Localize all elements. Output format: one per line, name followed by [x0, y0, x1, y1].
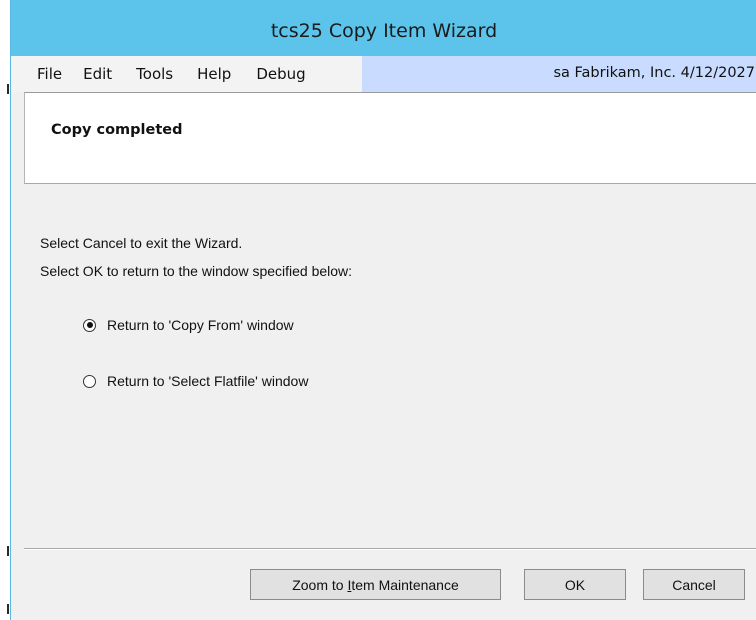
- title-bar[interactable]: tcs25 Copy Item Wizard: [11, 0, 756, 56]
- option-return-select-flatfile[interactable]: Return to 'Select Flatfile' window: [83, 371, 308, 391]
- user-company-date-status: sa Fabrikam, Inc. 4/12/2027: [362, 56, 756, 92]
- button-label-part: Zoom to: [292, 576, 348, 593]
- instruction-cancel: Select Cancel to exit the Wizard.: [40, 235, 243, 251]
- option-return-copy-from[interactable]: Return to 'Copy From' window: [83, 315, 294, 335]
- option-label: Return to 'Copy From' window: [107, 317, 294, 333]
- background-edge-mark: [7, 546, 9, 556]
- instruction-ok: Select OK to return to the window specif…: [40, 263, 353, 279]
- wizard-window: tcs25 Copy Item Wizard File Edit Tools H…: [10, 0, 756, 620]
- header-title: Copy completed: [51, 122, 183, 138]
- menu-edit[interactable]: Edit: [83, 65, 112, 83]
- button-label-part: tem Maintenance: [351, 576, 459, 593]
- button-label: Zoom to Item Maintenance: [292, 577, 459, 593]
- menu-tools[interactable]: Tools: [136, 65, 173, 83]
- cancel-button[interactable]: Cancel: [643, 569, 745, 600]
- background-edge-mark: [7, 604, 9, 614]
- option-label: Return to 'Select Flatfile' window: [107, 373, 309, 389]
- menu-items: File Edit Tools Help Debug: [11, 56, 306, 92]
- radio-button-selected[interactable]: [83, 318, 96, 332]
- ok-button[interactable]: OK: [524, 569, 626, 600]
- menu-debug[interactable]: Debug: [256, 65, 305, 83]
- zoom-to-item-maintenance-button[interactable]: Zoom to Item Maintenance: [250, 569, 501, 600]
- wizard-header-panel: Copy completed: [24, 92, 756, 184]
- radio-button[interactable]: [83, 374, 96, 388]
- menu-file[interactable]: File: [37, 65, 62, 83]
- menu-help[interactable]: Help: [197, 65, 231, 83]
- background-edge-mark: [7, 84, 9, 94]
- footer-divider: [24, 548, 756, 550]
- status-text: sa Fabrikam, Inc. 4/12/2027: [553, 65, 755, 81]
- window-title: tcs25 Copy Item Wizard: [270, 20, 498, 42]
